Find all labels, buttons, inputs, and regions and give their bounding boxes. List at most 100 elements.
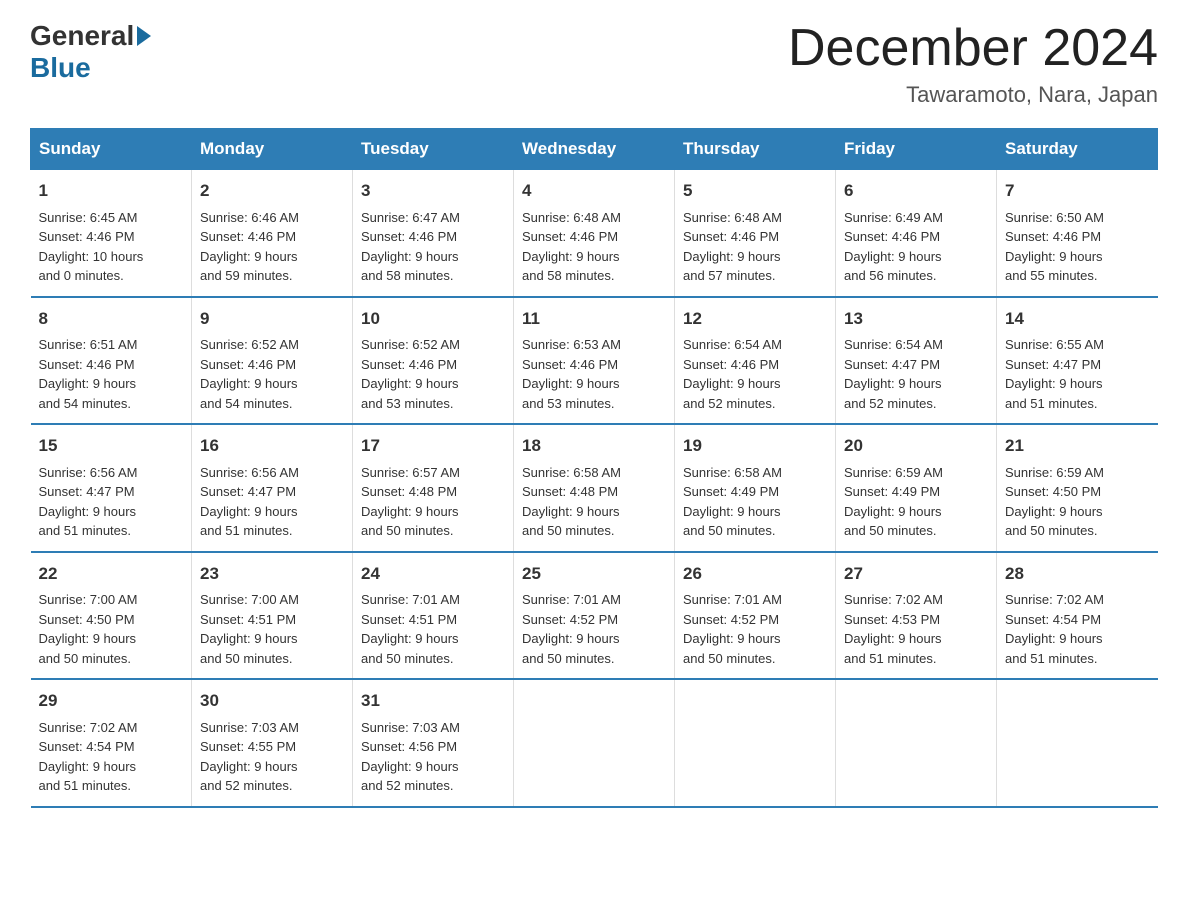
day-info: Sunrise: 6:50 AM Sunset: 4:46 PM Dayligh… bbox=[1005, 208, 1150, 286]
day-info: Sunrise: 6:53 AM Sunset: 4:46 PM Dayligh… bbox=[522, 335, 666, 413]
day-info: Sunrise: 6:58 AM Sunset: 4:48 PM Dayligh… bbox=[522, 463, 666, 541]
day-number: 17 bbox=[361, 433, 505, 459]
day-number: 4 bbox=[522, 178, 666, 204]
calendar-cell bbox=[514, 679, 675, 807]
calendar-cell: 25Sunrise: 7:01 AM Sunset: 4:52 PM Dayli… bbox=[514, 552, 675, 680]
day-info: Sunrise: 7:00 AM Sunset: 4:50 PM Dayligh… bbox=[39, 590, 184, 668]
day-info: Sunrise: 7:00 AM Sunset: 4:51 PM Dayligh… bbox=[200, 590, 344, 668]
day-info: Sunrise: 7:02 AM Sunset: 4:54 PM Dayligh… bbox=[1005, 590, 1150, 668]
calendar-cell: 19 Sunrise: 6:58 AM Sunset: 4:49 PM Dayli… bbox=[675, 424, 836, 552]
calendar-week-row: 29 Sunrise: 7:02 AM Sunset: 4:54 PM Dayli… bbox=[31, 679, 1158, 807]
logo: General Blue bbox=[30, 20, 153, 84]
day-number: 11 bbox=[522, 306, 666, 332]
calendar-cell bbox=[675, 679, 836, 807]
day-number: 31 bbox=[361, 688, 505, 714]
calendar-week-row: 22 Sunrise: 7:00 AM Sunset: 4:50 PM Dayli… bbox=[31, 552, 1158, 680]
day-info: Sunrise: 7:03 AM Sunset: 4:56 PM Dayligh… bbox=[361, 718, 505, 796]
day-number: 21 bbox=[1005, 433, 1150, 459]
calendar-cell: 14 Sunrise: 6:55 AM Sunset: 4:47 PM Dayli… bbox=[997, 297, 1158, 425]
day-info: Sunrise: 6:52 AM Sunset: 4:46 PM Dayligh… bbox=[200, 335, 344, 413]
title-area: December 2024 Tawaramoto, Nara, Japan bbox=[788, 20, 1158, 108]
day-number: 13 bbox=[844, 306, 988, 332]
day-number: 8 bbox=[39, 306, 184, 332]
day-info: Sunrise: 7:01 AM Sunset: 4:52 PM Dayligh… bbox=[683, 590, 827, 668]
calendar-cell: 24 Sunrise: 7:01 AM Sunset: 4:51 PM Dayli… bbox=[353, 552, 514, 680]
column-header-thursday: Thursday bbox=[675, 129, 836, 170]
day-info: Sunrise: 6:57 AM Sunset: 4:48 PM Dayligh… bbox=[361, 463, 505, 541]
day-info: Sunrise: 6:59 AM Sunset: 4:50 PM Dayligh… bbox=[1005, 463, 1150, 541]
calendar-cell: 12 Sunrise: 6:54 AM Sunset: 4:46 PM Dayli… bbox=[675, 297, 836, 425]
day-number: 15 bbox=[39, 433, 184, 459]
calendar-cell: 17 Sunrise: 6:57 AM Sunset: 4:48 PM Dayli… bbox=[353, 424, 514, 552]
calendar-cell: 5 Sunrise: 6:48 AM Sunset: 4:46 PM Daylig… bbox=[675, 170, 836, 297]
month-title: December 2024 bbox=[788, 20, 1158, 77]
day-info: Sunrise: 6:54 AM Sunset: 4:47 PM Dayligh… bbox=[844, 335, 988, 413]
day-info: Sunrise: 6:46 AM Sunset: 4:46 PM Dayligh… bbox=[200, 208, 344, 286]
day-number: 6 bbox=[844, 178, 988, 204]
logo-general-text: General bbox=[30, 20, 134, 52]
day-info: Sunrise: 6:58 AM Sunset: 4:49 PM Dayligh… bbox=[683, 463, 827, 541]
calendar-cell: 9 Sunrise: 6:52 AM Sunset: 4:46 PM Daylig… bbox=[192, 297, 353, 425]
day-info: Sunrise: 7:02 AM Sunset: 4:53 PM Dayligh… bbox=[844, 590, 988, 668]
day-info: Sunrise: 7:03 AM Sunset: 4:55 PM Dayligh… bbox=[200, 718, 344, 796]
day-number: 26 bbox=[683, 561, 827, 587]
calendar-cell: 11 Sunrise: 6:53 AM Sunset: 4:46 PM Dayli… bbox=[514, 297, 675, 425]
calendar-week-row: 1 Sunrise: 6:45 AM Sunset: 4:46 PM Daylig… bbox=[31, 170, 1158, 297]
calendar-cell: 26 Sunrise: 7:01 AM Sunset: 4:52 PM Dayli… bbox=[675, 552, 836, 680]
day-number: 3 bbox=[361, 178, 505, 204]
day-info: Sunrise: 6:55 AM Sunset: 4:47 PM Dayligh… bbox=[1005, 335, 1150, 413]
day-info: Sunrise: 6:49 AM Sunset: 4:46 PM Dayligh… bbox=[844, 208, 988, 286]
day-info: Sunrise: 7:02 AM Sunset: 4:54 PM Dayligh… bbox=[39, 718, 184, 796]
calendar-cell: 1 Sunrise: 6:45 AM Sunset: 4:46 PM Daylig… bbox=[31, 170, 192, 297]
day-number: 29 bbox=[39, 688, 184, 714]
day-number: 12 bbox=[683, 306, 827, 332]
day-number: 5 bbox=[683, 178, 827, 204]
calendar-cell: 15 Sunrise: 6:56 AM Sunset: 4:47 PM Dayli… bbox=[31, 424, 192, 552]
day-number: 16 bbox=[200, 433, 344, 459]
calendar-cell: 30 Sunrise: 7:03 AM Sunset: 4:55 PM Dayli… bbox=[192, 679, 353, 807]
day-number: 19 bbox=[683, 433, 827, 459]
page-header: General Blue December 2024 Tawaramoto, N… bbox=[30, 20, 1158, 108]
day-number: 9 bbox=[200, 306, 344, 332]
day-info: Sunrise: 6:54 AM Sunset: 4:46 PM Dayligh… bbox=[683, 335, 827, 413]
day-number: 20 bbox=[844, 433, 988, 459]
day-info: Sunrise: 6:45 AM Sunset: 4:46 PM Dayligh… bbox=[39, 208, 184, 286]
calendar-header-row: SundayMondayTuesdayWednesdayThursdayFrid… bbox=[31, 129, 1158, 170]
day-number: 22 bbox=[39, 561, 184, 587]
calendar-cell: 7 Sunrise: 6:50 AM Sunset: 4:46 PM Daylig… bbox=[997, 170, 1158, 297]
day-info: Sunrise: 7:01 AM Sunset: 4:52 PM Dayligh… bbox=[522, 590, 666, 668]
calendar-cell bbox=[836, 679, 997, 807]
calendar-cell: 2 Sunrise: 6:46 AM Sunset: 4:46 PM Daylig… bbox=[192, 170, 353, 297]
day-number: 24 bbox=[361, 561, 505, 587]
logo-arrow-icon bbox=[137, 26, 151, 46]
calendar-week-row: 15 Sunrise: 6:56 AM Sunset: 4:47 PM Dayli… bbox=[31, 424, 1158, 552]
day-number: 7 bbox=[1005, 178, 1150, 204]
day-number: 2 bbox=[200, 178, 344, 204]
day-info: Sunrise: 6:51 AM Sunset: 4:46 PM Dayligh… bbox=[39, 335, 184, 413]
day-number: 14 bbox=[1005, 306, 1150, 332]
day-info: Sunrise: 6:48 AM Sunset: 4:46 PM Dayligh… bbox=[522, 208, 666, 286]
calendar-cell bbox=[997, 679, 1158, 807]
day-number: 30 bbox=[200, 688, 344, 714]
day-info: Sunrise: 6:48 AM Sunset: 4:46 PM Dayligh… bbox=[683, 208, 827, 286]
day-info: Sunrise: 6:59 AM Sunset: 4:49 PM Dayligh… bbox=[844, 463, 988, 541]
day-info: Sunrise: 6:56 AM Sunset: 4:47 PM Dayligh… bbox=[39, 463, 184, 541]
column-header-saturday: Saturday bbox=[997, 129, 1158, 170]
calendar-cell: 28 Sunrise: 7:02 AM Sunset: 4:54 PM Dayli… bbox=[997, 552, 1158, 680]
column-header-monday: Monday bbox=[192, 129, 353, 170]
day-info: Sunrise: 7:01 AM Sunset: 4:51 PM Dayligh… bbox=[361, 590, 505, 668]
calendar-cell: 31 Sunrise: 7:03 AM Sunset: 4:56 PM Dayli… bbox=[353, 679, 514, 807]
day-info: Sunrise: 6:47 AM Sunset: 4:46 PM Dayligh… bbox=[361, 208, 505, 286]
day-number: 23 bbox=[200, 561, 344, 587]
calendar-cell: 27 Sunrise: 7:02 AM Sunset: 4:53 PM Dayli… bbox=[836, 552, 997, 680]
calendar-week-row: 8 Sunrise: 6:51 AM Sunset: 4:46 PM Daylig… bbox=[31, 297, 1158, 425]
column-header-wednesday: Wednesday bbox=[514, 129, 675, 170]
calendar-cell: 22 Sunrise: 7:00 AM Sunset: 4:50 PM Dayli… bbox=[31, 552, 192, 680]
day-number: 28 bbox=[1005, 561, 1150, 587]
calendar-cell: 23 Sunrise: 7:00 AM Sunset: 4:51 PM Dayli… bbox=[192, 552, 353, 680]
day-number: 18 bbox=[522, 433, 666, 459]
day-info: Sunrise: 6:52 AM Sunset: 4:46 PM Dayligh… bbox=[361, 335, 505, 413]
calendar-cell: 10Sunrise: 6:52 AM Sunset: 4:46 PM Dayli… bbox=[353, 297, 514, 425]
day-number: 1 bbox=[39, 178, 184, 204]
day-number: 27 bbox=[844, 561, 988, 587]
